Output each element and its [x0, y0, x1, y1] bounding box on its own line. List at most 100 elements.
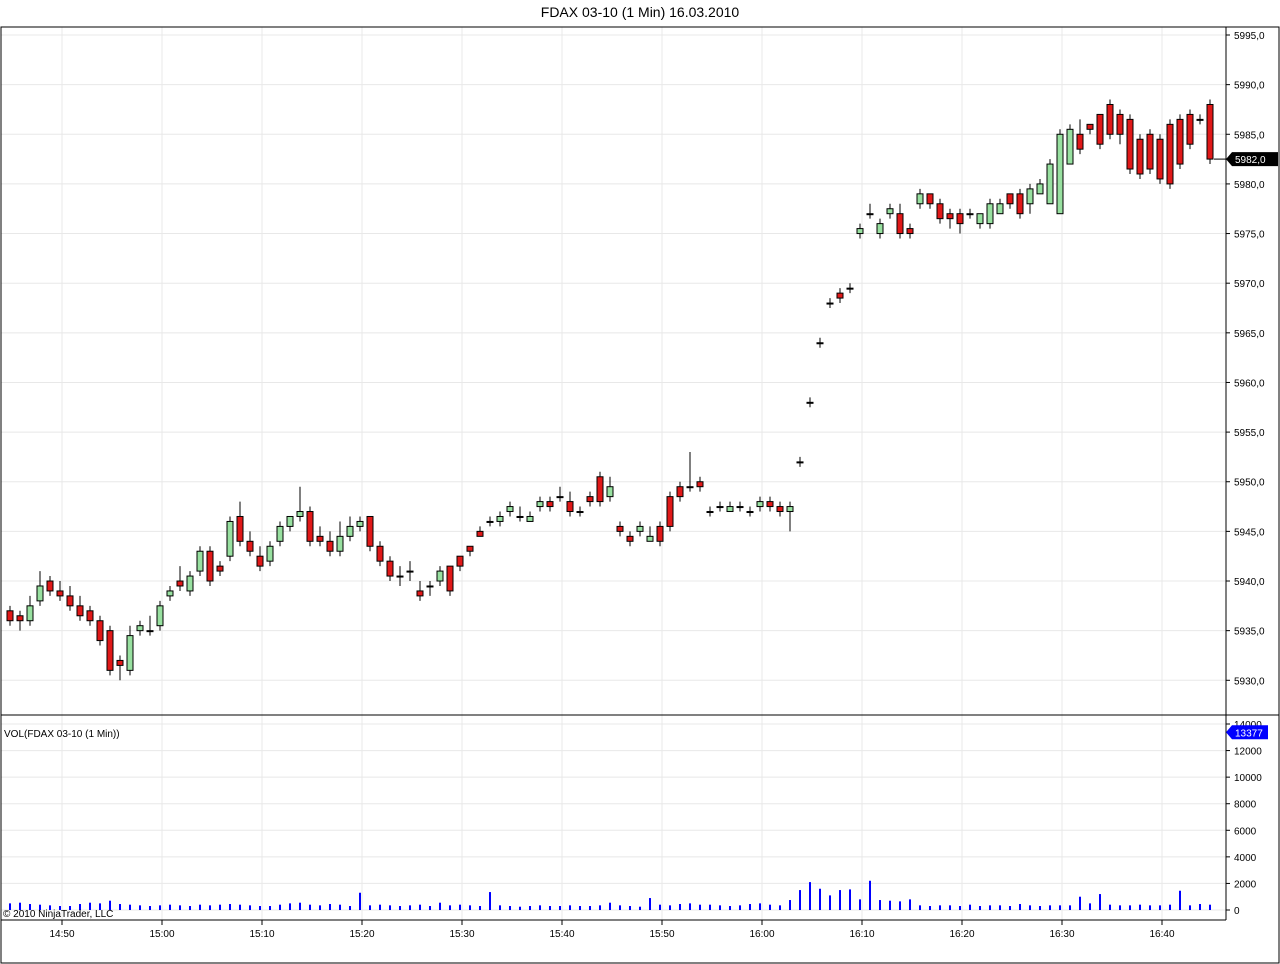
volume-tick-label: 12000	[1234, 747, 1262, 758]
copyright-label: © 2010 NinjaTrader, LLC	[3, 909, 113, 920]
price-tick-label: 5990,0	[1234, 81, 1265, 92]
candle-up	[886, 208, 894, 215]
candle-down	[1016, 193, 1024, 215]
candle-down	[466, 545, 474, 552]
candle-down	[946, 213, 954, 220]
candle-down	[306, 511, 314, 542]
candle-up	[146, 630, 154, 633]
candle-up	[156, 605, 164, 627]
candle-up	[126, 635, 134, 671]
candle-down	[1126, 118, 1134, 170]
price-tick-label: 5965,0	[1234, 329, 1265, 340]
volume-axis: 02000400060008000100001200014000	[1226, 720, 1262, 917]
candle-down	[1176, 118, 1184, 165]
candle-up	[606, 486, 614, 498]
candle-up	[1046, 163, 1054, 205]
candle-down	[656, 525, 664, 542]
candle-up	[1036, 183, 1044, 195]
candle-up	[26, 605, 34, 622]
volume-tick-label: 4000	[1234, 853, 1257, 864]
candle-down	[1086, 123, 1094, 130]
candle-down	[116, 659, 124, 666]
candle-up	[876, 223, 884, 235]
candle-up	[396, 575, 404, 578]
price-tick-label: 5980,0	[1234, 180, 1265, 191]
candle-up	[1066, 128, 1074, 165]
candle-down	[616, 525, 624, 532]
candle-down	[366, 515, 374, 547]
candle-up	[526, 515, 534, 522]
candle-up	[826, 302, 834, 305]
time-tick-label: 16:10	[849, 929, 874, 940]
candle-up	[916, 193, 924, 205]
candle-down	[1206, 103, 1214, 160]
current-volume-marker: 13377	[1226, 725, 1268, 740]
candle-down	[176, 580, 184, 587]
candle-up	[726, 506, 734, 513]
candle-down	[1096, 113, 1104, 145]
candle-down	[1166, 123, 1174, 185]
candle-down	[696, 481, 704, 488]
candle-down	[906, 228, 914, 235]
candle-down	[446, 565, 454, 592]
candle-up	[296, 511, 304, 517]
candle-up	[536, 501, 544, 508]
time-tick-label: 15:20	[349, 929, 374, 940]
candle-down	[1136, 138, 1144, 175]
time-axis: 14:50 15:00 15:10 15:20 15:30 15:40 15:50 16:00…	[49, 920, 1175, 940]
candle-up	[866, 213, 874, 216]
candle-up	[286, 515, 294, 527]
volume-tick-label: 10000	[1234, 773, 1262, 784]
candle-down	[586, 496, 594, 503]
candle-up	[746, 511, 754, 514]
candle-down	[836, 292, 844, 299]
candle-down	[216, 565, 224, 572]
candle-down	[86, 610, 94, 622]
price-tick-label: 5945,0	[1234, 527, 1265, 538]
candle-down	[546, 501, 554, 508]
price-tick-label: 5970,0	[1234, 279, 1265, 290]
candle-up	[186, 575, 194, 592]
volume-tick-label: 0	[1234, 906, 1240, 917]
candle-up	[966, 213, 974, 216]
candle-down	[1076, 133, 1084, 150]
chart-frame	[0, 26, 1280, 964]
volume-grid	[1, 723, 1226, 911]
candle-up	[276, 525, 284, 542]
candle-up	[846, 287, 854, 290]
price-tick-label: 5955,0	[1234, 428, 1265, 439]
candle-down	[596, 476, 604, 503]
volume-bars	[9, 880, 1211, 910]
candle-down	[326, 540, 334, 552]
candle-down	[1156, 138, 1164, 180]
candle-up	[166, 590, 174, 597]
candle-down	[56, 590, 64, 597]
chart-canvas: 5930,0 5935,0 5940,0 5945,0 5950,0 5955,0 5960…	[0, 26, 1280, 964]
price-grid	[1, 27, 1226, 920]
candle-down	[626, 535, 634, 542]
candle-up	[986, 203, 994, 225]
candle-down	[96, 620, 104, 642]
candle-down	[896, 213, 904, 235]
candle-up	[806, 401, 814, 404]
candle-down	[456, 555, 464, 567]
candle-up	[356, 520, 364, 527]
candle-down	[76, 605, 84, 617]
candle-down	[106, 630, 114, 671]
candle-down	[1106, 103, 1114, 135]
candle-down	[766, 501, 774, 508]
candle-up	[226, 520, 234, 557]
candles	[6, 99, 1214, 681]
candle-up	[1196, 118, 1204, 121]
candle-down	[16, 615, 24, 622]
candle-up	[856, 228, 864, 235]
candle-down	[1186, 113, 1194, 145]
candle-up	[976, 213, 984, 225]
candle-down	[376, 545, 384, 562]
volume-panel-label: VOL(FDAX 03-10 (1 Min))	[4, 729, 120, 740]
candle-up	[556, 496, 564, 499]
candle-down	[416, 590, 424, 597]
candle-up	[1056, 133, 1064, 215]
candle-up	[706, 511, 714, 514]
candle-down	[66, 595, 74, 607]
